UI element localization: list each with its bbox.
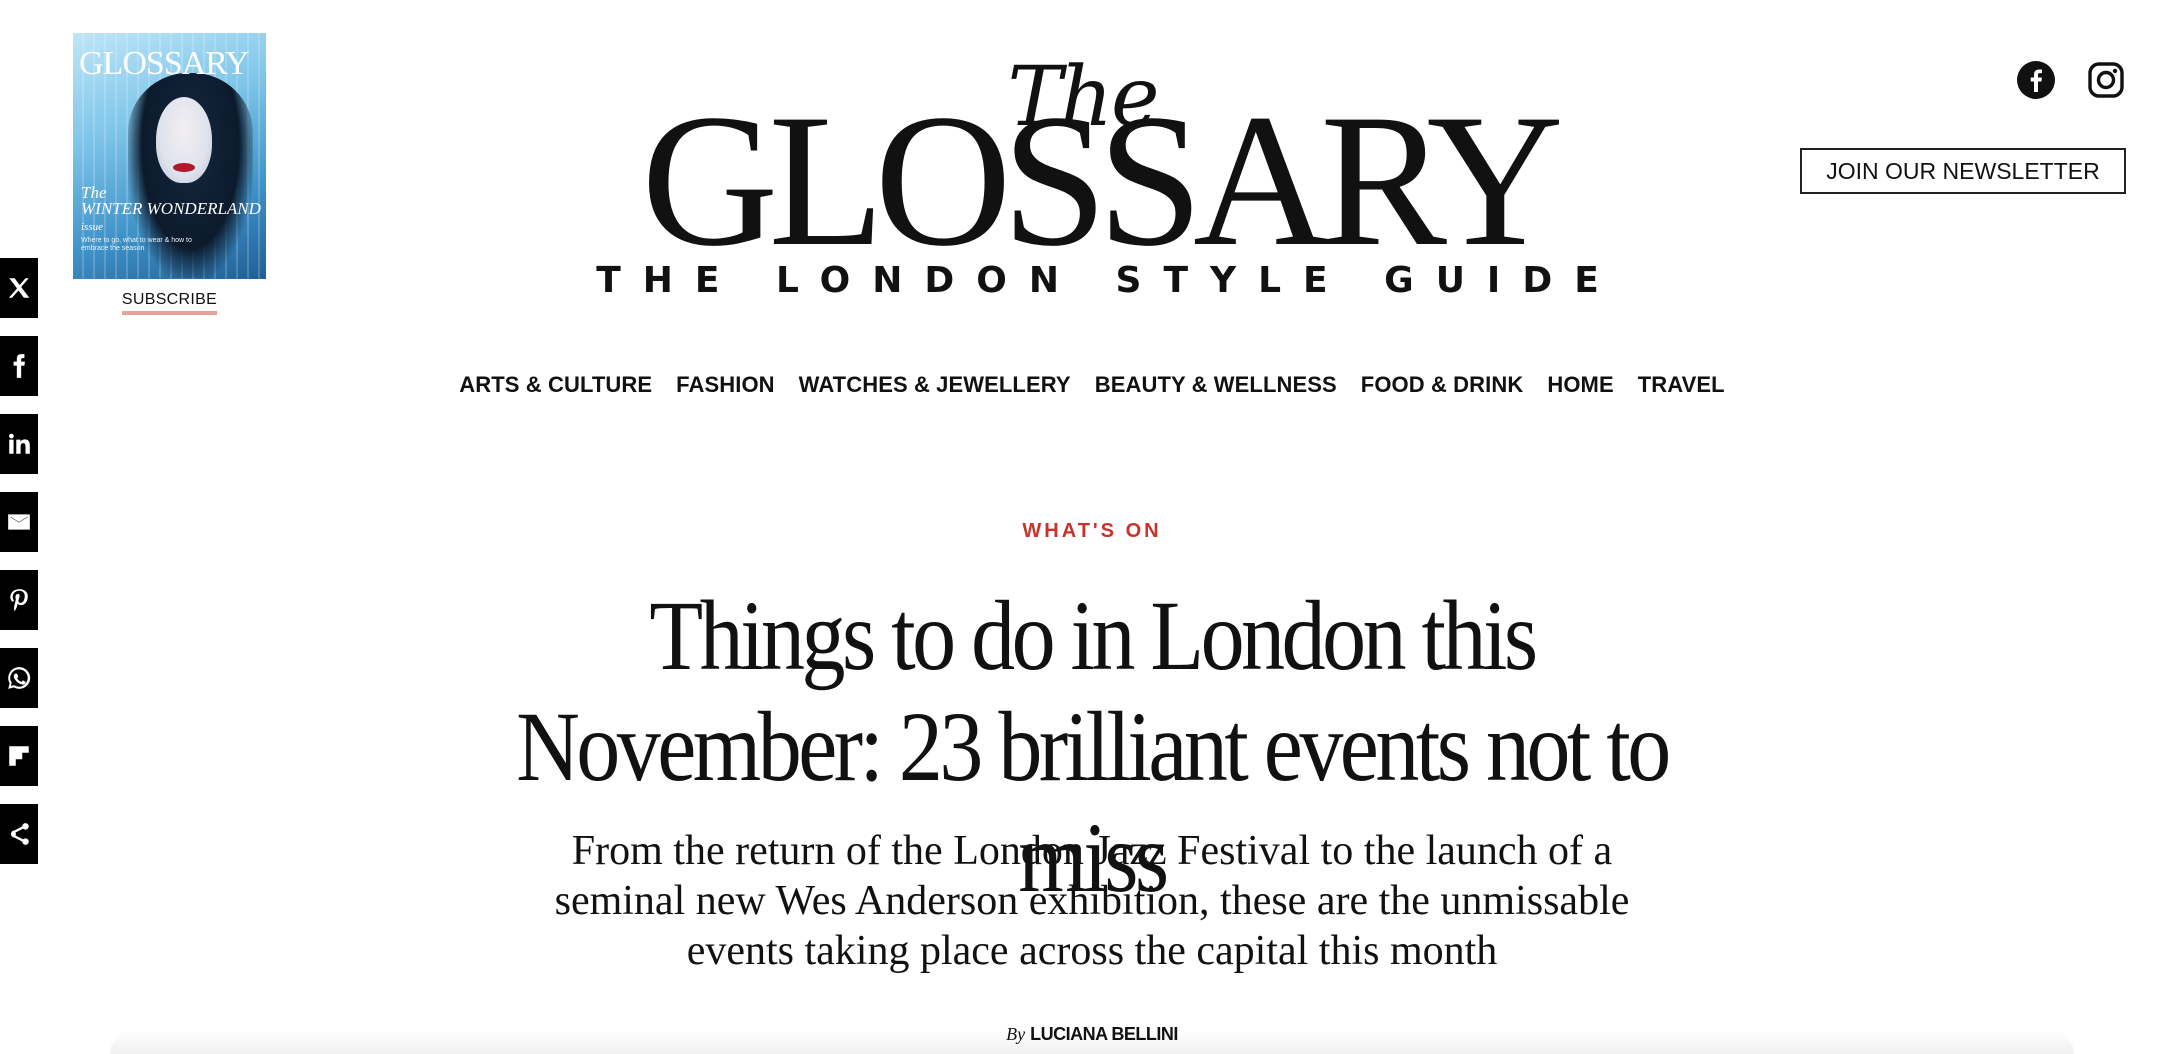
linkedin-icon [9, 433, 30, 454]
cover-subline: Where to go, what to wear & how to embra… [81, 237, 192, 252]
cover-model-lips [173, 163, 195, 172]
instagram-icon [2088, 62, 2124, 98]
author-link[interactable]: LUCIANA BELLINI [1030, 1024, 1178, 1044]
share-x-button[interactable] [0, 258, 38, 318]
share-rail [0, 258, 38, 882]
nav-item-arts-culture[interactable]: ARTS & CULTURE [459, 372, 652, 398]
article-standfirst: From the return of the London Jazz Festi… [554, 828, 1630, 974]
share-flipboard-button[interactable] [0, 726, 38, 786]
logo-wordmark: GLOSSARY [641, 76, 1564, 286]
magazine-cover-widget: GLOSSARY The WINTER WONDERLAND issue Whe… [73, 33, 266, 315]
article-byline: By LUCIANA BELLINI [0, 1024, 2184, 1045]
nav-item-travel[interactable]: TRAVEL [1638, 372, 1725, 398]
site-logo[interactable]: The GLOSSARY THE LONDON STYLE GUIDE [560, 57, 1635, 302]
article-category[interactable]: WHAT'S ON [0, 520, 2184, 543]
nav-item-home[interactable]: HOME [1547, 372, 1613, 398]
flipboard-icon [9, 746, 29, 766]
pinterest-icon [10, 589, 28, 612]
nav-item-fashion[interactable]: FASHION [676, 372, 775, 398]
newsletter-button[interactable]: JOIN OUR NEWSLETTER [1800, 148, 2126, 194]
cover-masthead: GLOSSARY [79, 45, 250, 82]
share-icon [10, 823, 29, 845]
share-whatsapp-button[interactable] [0, 648, 38, 708]
cover-headline: The WINTER WONDERLAND issue [81, 184, 266, 235]
byline-prefix: By [1006, 1024, 1026, 1044]
share-linkedin-button[interactable] [0, 414, 38, 474]
facebook-link[interactable] [2016, 60, 2056, 100]
share-more-button[interactable] [0, 804, 38, 864]
nav-item-watches-jewellery[interactable]: WATCHES & JEWELLERY [799, 372, 1071, 398]
cover-headline-title: WINTER WONDERLAND [81, 199, 261, 218]
x-icon [8, 278, 30, 298]
subscribe-link[interactable]: SUBSCRIBE [121, 291, 218, 315]
social-links [2016, 60, 2126, 100]
nav-item-food-drink[interactable]: FOOD & DRINK [1361, 372, 1524, 398]
whatsapp-icon [8, 667, 31, 689]
facebook-icon [2017, 61, 2055, 99]
cover-headline-issue: issue [81, 221, 103, 233]
share-pinterest-button[interactable] [0, 570, 38, 630]
nav-item-beauty-wellness[interactable]: BEAUTY & WELLNESS [1095, 372, 1337, 398]
main-nav: ARTS & CULTURE FASHION WATCHES & JEWELLE… [0, 372, 2184, 398]
logo-tagline: THE LONDON STYLE GUIDE [596, 260, 1621, 301]
magazine-cover-image[interactable]: GLOSSARY The WINTER WONDERLAND issue Whe… [73, 33, 266, 279]
instagram-link[interactable] [2086, 60, 2126, 100]
